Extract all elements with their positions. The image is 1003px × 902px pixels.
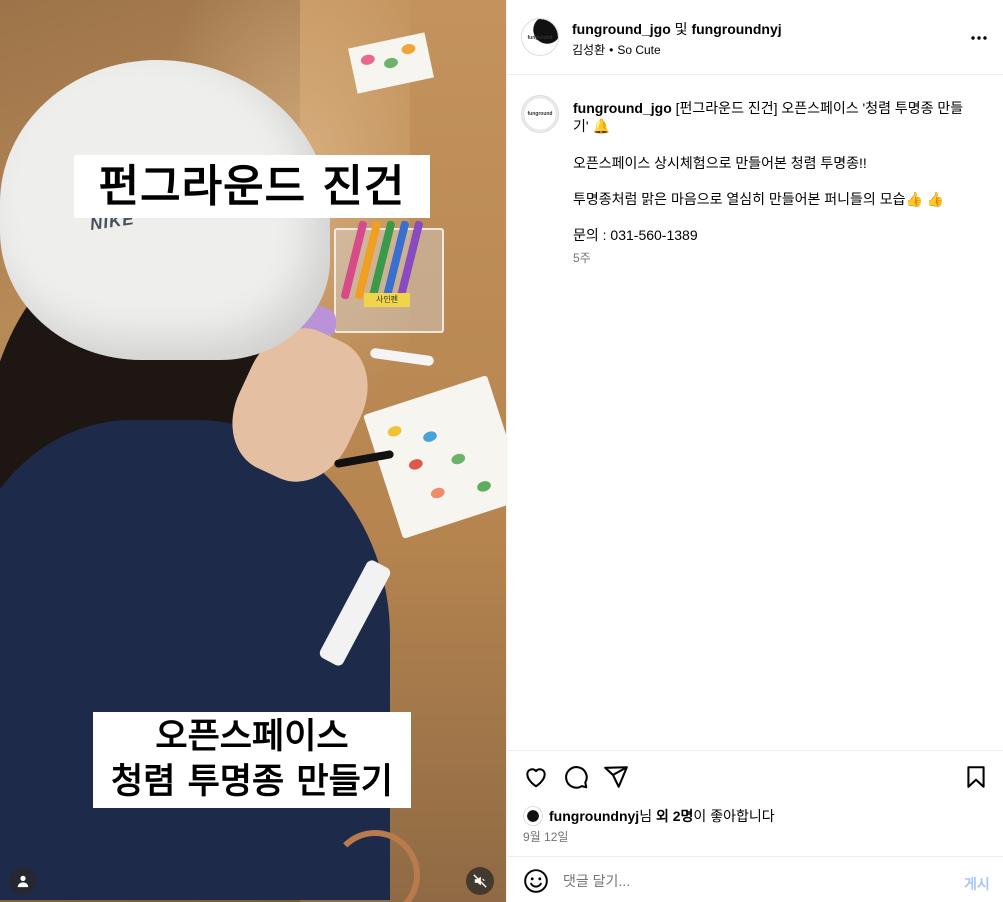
emoji-icon[interactable] <box>523 868 549 894</box>
liker-avatar[interactable] <box>523 806 543 826</box>
video-overlay-line1: 오픈스페이스 <box>155 717 349 757</box>
username-link-1[interactable]: funground_jgo <box>572 21 671 37</box>
more-horizontal-icon[interactable] <box>967 28 991 48</box>
video-overlay-subtitle: 오픈스페이스 청렴 투명종 만들기 <box>93 712 411 808</box>
likes-honorific: 님 <box>639 808 653 824</box>
bookmark-icon <box>967 766 985 788</box>
user-icon <box>17 875 29 888</box>
post-date[interactable]: 9월 12일 <box>523 828 568 845</box>
muted-speaker-icon <box>473 874 487 888</box>
share-button[interactable] <box>603 764 631 792</box>
comment-button[interactable] <box>563 764 591 792</box>
tagged-users-button[interactable] <box>9 867 37 895</box>
comment-icon <box>565 766 588 789</box>
heart-icon <box>526 768 546 788</box>
likes-suffix: 이 좋아합니다 <box>693 808 775 824</box>
mute-button[interactable] <box>466 867 494 895</box>
post-header: funground funground_jgo 및 fungroundnyj 김… <box>507 0 1003 75</box>
audio-track-link[interactable]: So Cute <box>617 43 660 57</box>
comment-input[interactable] <box>563 869 923 893</box>
liker-username[interactable]: fungroundnyj <box>549 808 639 824</box>
video-overlay-line2: 청렴 투명종 만들기 <box>111 762 393 802</box>
scene-box-label: 사인펜 <box>364 293 410 307</box>
separator-dot: • <box>609 43 614 57</box>
author-avatar[interactable]: funground <box>521 18 559 56</box>
action-bar: fungroundnyj 님 외 2명 이 좋아합니다 9월 12일 <box>507 750 1003 856</box>
post-comment-button[interactable]: 게시 <box>964 874 990 894</box>
post-media-video[interactable]: 사인펜 NIKE 펀그라운드 진건 오픈스페이스 청렴 투명종 만들기 <box>0 0 506 902</box>
video-overlay-title: 펀그라운드 진건 <box>74 155 430 218</box>
comment-bar: 게시 <box>507 856 1003 902</box>
audio-attribution: 김성환 • So Cute <box>572 41 661 58</box>
caption-timestamp[interactable]: 5주 <box>573 249 591 266</box>
like-button[interactable] <box>523 764 551 792</box>
post-side-panel: funground funground_jgo 및 fungroundnyj 김… <box>506 0 1003 902</box>
caption-username[interactable]: funground_jgo <box>573 100 672 116</box>
caption-text: funground_jgo [펀그라운드 진건] 오픈스페이스 '청렴 투명종 … <box>573 99 973 135</box>
send-icon <box>604 766 628 788</box>
collab-conjunction: 및 <box>674 21 688 37</box>
likes-others-link[interactable]: 외 2명 <box>656 806 693 826</box>
collab-usernames: funground_jgo 및 fungroundnyj <box>572 19 782 39</box>
caption-line-1: 오픈스페이스 상시체험으로 만들어본 청렴 투명종!! <box>573 155 867 171</box>
post-dialog: 사인펜 NIKE 펀그라운드 진건 오픈스페이스 청렴 투명종 만들기 fung… <box>0 0 1003 902</box>
save-button[interactable] <box>963 764 991 792</box>
username-link-2[interactable]: fungroundnyj <box>691 21 781 37</box>
likes-summary: fungroundnyj 님 외 2명 이 좋아합니다 <box>523 805 775 827</box>
caption-section: funground funground_jgo [펀그라운드 진건] 오픈스페이… <box>507 75 1003 750</box>
audio-artist[interactable]: 김성환 <box>572 43 605 57</box>
caption-line-2: 투명종처럼 맑은 마음으로 열심히 만들어본 퍼니들의 모습👍 👍 <box>573 191 945 207</box>
caption-line-3: 문의 : 031-560-1389 <box>573 227 698 243</box>
caption-avatar[interactable]: funground <box>521 95 559 133</box>
